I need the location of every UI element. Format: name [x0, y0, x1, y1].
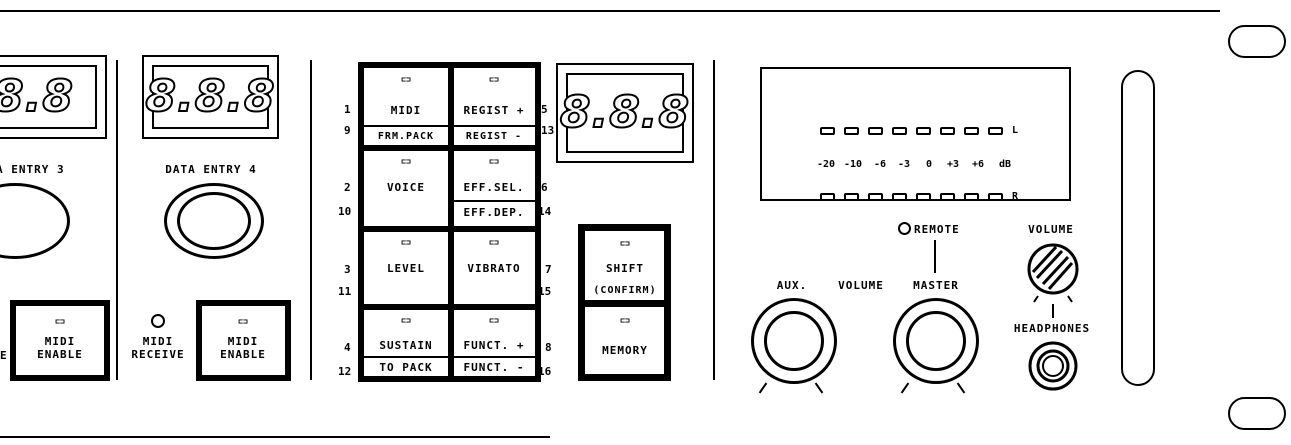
aux-volume-label: VOLUME — [838, 279, 884, 292]
eff-button[interactable]: ⊏⊐ EFF.SEL. EFF.DEP. — [454, 151, 535, 226]
level-button[interactable]: ⊏⊐ LEVEL — [364, 232, 448, 304]
level-meter: L -20 -10 -6 -3 0 +3 +6 dB R — [760, 67, 1071, 202]
midi-receive-bottom: RECEIVE — [131, 348, 185, 361]
meter-right-label: R — [1012, 191, 1020, 202]
data-entry-4-knob[interactable] — [164, 183, 264, 259]
num-5: 5 — [541, 103, 548, 116]
remote-led — [898, 222, 911, 235]
remote-line — [934, 240, 936, 273]
num-16: 16 — [538, 365, 552, 378]
divider-3 — [713, 60, 715, 380]
regist-button[interactable]: ⊏⊐ REGIST + REGIST - — [454, 68, 535, 145]
divider-2 — [310, 60, 312, 380]
headphone-volume-label: VOLUME — [1028, 223, 1074, 236]
headphones-label: HEADPHONES — [1013, 322, 1091, 335]
main-display: 8.8.8 — [556, 63, 694, 163]
bottom-edge — [0, 436, 550, 438]
aux-volume-knob[interactable] — [751, 298, 837, 384]
num-12: 12 — [338, 365, 352, 378]
num-10: 10 — [338, 205, 352, 218]
aux-label: AUX. — [776, 279, 808, 292]
num-1: 1 — [344, 103, 351, 116]
num-9: 9 — [344, 124, 351, 137]
headphones-line — [1052, 304, 1054, 318]
divider-1 — [116, 60, 118, 380]
num-11: 11 — [338, 285, 352, 298]
midi-receive-led — [151, 314, 165, 328]
data-entry-3-label: A ENTRY 3 — [0, 163, 65, 176]
data-entry-3-knob[interactable] — [0, 183, 70, 259]
left-receive-fragment: E — [0, 349, 8, 362]
rack-hole-bottom — [1228, 397, 1286, 430]
num-14: 14 — [538, 205, 552, 218]
handle — [1121, 70, 1155, 386]
num-3: 3 — [344, 263, 351, 276]
rack-hole-top — [1228, 25, 1286, 58]
master-volume-knob[interactable] — [893, 298, 979, 384]
vibrato-button[interactable]: ⊏⊐ VIBRATO — [454, 232, 535, 304]
num-8: 8 — [545, 341, 552, 354]
sustain-button[interactable]: ⊏⊐ SUSTAIN TO PACK — [364, 310, 448, 376]
num-6: 6 — [541, 181, 548, 194]
shift-confirm-button[interactable]: ⊏⊐ SHIFT (CONFIRM) — [585, 231, 664, 300]
data-entry-3-display: 8.8 — [0, 55, 107, 139]
left-midi-enable-button[interactable]: ⊏⊐ MIDI ENABLE — [10, 300, 110, 381]
master-label: MASTER — [913, 279, 959, 292]
remote-label: REMOTE — [914, 223, 960, 236]
data-entry-4-display: 8.8.8 — [142, 55, 279, 139]
midi-receive-top: MIDI — [142, 335, 174, 348]
memory-button[interactable]: ⊏⊐ MEMORY — [585, 307, 664, 374]
meter-left-label: L — [1012, 125, 1020, 136]
data-entry-4-label: DATA ENTRY 4 — [165, 163, 257, 176]
funct-button[interactable]: ⊏⊐ FUNCT. + FUNCT. - — [454, 310, 535, 376]
num-7: 7 — [545, 263, 552, 276]
headphones-jack[interactable] — [1027, 340, 1079, 392]
num-2: 2 — [344, 181, 351, 194]
midi-enable-button[interactable]: ⊏⊐ MIDI ENABLE — [196, 300, 291, 381]
num-4: 4 — [344, 341, 351, 354]
top-edge — [0, 10, 1220, 12]
num-13: 13 — [541, 124, 555, 137]
voice-button[interactable]: ⊏⊐ VOICE — [364, 151, 448, 226]
num-15: 15 — [538, 285, 552, 298]
headphone-volume-knob[interactable] — [1022, 238, 1084, 306]
midi-frm-pack-button[interactable]: ⊏⊐ MIDI FRM.PACK — [364, 68, 448, 145]
